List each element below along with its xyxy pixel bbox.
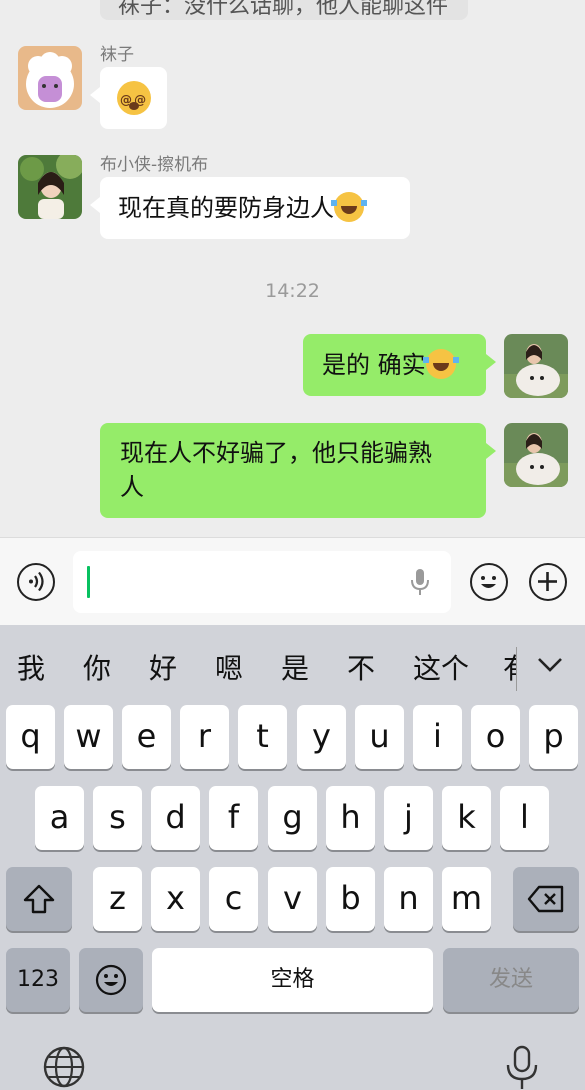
key-d[interactable]: d <box>151 786 200 850</box>
time-divider: 14:22 <box>265 280 320 302</box>
message-bubble-left[interactable] <box>90 67 167 129</box>
rolling-laugh-emoji <box>331 192 367 222</box>
key-h[interactable]: h <box>326 786 375 850</box>
message-bubble-left[interactable]: 现在真的要防身边人 <box>90 177 410 239</box>
dizzy-face-emoji <box>117 81 151 117</box>
partial-message-bubble: 袜子：没什么话聊，他人能聊这件 <box>100 0 468 20</box>
candidate-word[interactable]: 好 <box>149 647 177 687</box>
key-u[interactable]: u <box>355 705 404 769</box>
candidate-word[interactable]: 这个 <box>413 647 469 687</box>
plus-icon[interactable] <box>529 563 567 601</box>
space-key[interactable]: 空格 <box>152 948 433 1012</box>
text-cursor <box>87 566 90 598</box>
key-e[interactable]: e <box>122 705 171 769</box>
key-m[interactable]: m <box>442 867 491 931</box>
key-z[interactable]: z <box>93 867 142 931</box>
message-bubble-right[interactable]: 现在人不好骗了，他只能骗熟 人 <box>100 423 496 518</box>
message-text-line: 现在人不好骗了，他只能骗熟 <box>120 439 432 467</box>
candidate-word[interactable]: 是 <box>281 647 309 687</box>
key-q[interactable]: q <box>6 705 55 769</box>
key-n[interactable]: n <box>384 867 433 931</box>
candidate-word[interactable]: 有 <box>503 647 517 687</box>
key-t[interactable]: t <box>238 705 287 769</box>
chat-area[interactable]: 袜子：没什么话聊，他人能聊这件 袜子 布小侠-擦机布 现在真的要防身边人 <box>0 0 585 537</box>
voice-toggle-icon[interactable] <box>17 563 55 601</box>
avatar-wazi[interactable] <box>18 46 82 110</box>
key-k[interactable]: k <box>442 786 491 850</box>
candidate-word[interactable]: 我 <box>17 647 45 687</box>
chevron-down-icon[interactable] <box>537 657 563 673</box>
avatar-buxiaoxia[interactable] <box>18 155 82 219</box>
message-input[interactable] <box>73 551 451 613</box>
key-v[interactable]: v <box>268 867 317 931</box>
key-j[interactable]: j <box>384 786 433 850</box>
candidate-divider <box>516 647 517 691</box>
key-r[interactable]: r <box>180 705 229 769</box>
microphone-icon[interactable] <box>410 567 430 597</box>
key-g[interactable]: g <box>268 786 317 850</box>
key-w[interactable]: w <box>64 705 113 769</box>
backspace-icon <box>527 885 564 913</box>
message-text: 是的 确实 <box>322 351 426 379</box>
emoji-icon <box>95 964 127 996</box>
sender-name: 袜子 <box>100 45 134 65</box>
key-y[interactable]: y <box>297 705 346 769</box>
dictation-microphone-icon[interactable] <box>505 1045 539 1090</box>
send-key[interactable]: 发送 <box>443 948 579 1012</box>
avatar-self[interactable] <box>504 423 568 487</box>
emoji-icon[interactable] <box>470 563 508 601</box>
emoji-keyboard-key[interactable] <box>79 948 143 1012</box>
avatar-self[interactable] <box>504 334 568 398</box>
sender-name: 布小侠-擦机布 <box>100 155 209 175</box>
message-bubble-right[interactable]: 是的 确实 <box>303 334 496 396</box>
key-c[interactable]: c <box>209 867 258 931</box>
key-f[interactable]: f <box>209 786 258 850</box>
key-x[interactable]: x <box>151 867 200 931</box>
globe-icon[interactable] <box>42 1045 86 1089</box>
key-i[interactable]: i <box>413 705 462 769</box>
numbers-key[interactable]: 123 <box>6 948 70 1012</box>
candidate-word[interactable]: 不 <box>347 647 375 687</box>
keyboard: 我 你 好 嗯 是 不 这个 有 q w e r t y u i o p a s… <box>0 625 585 1090</box>
message-text-line: 人 <box>120 473 144 501</box>
shift-arrow-icon <box>23 884 55 914</box>
key-b[interactable]: b <box>326 867 375 931</box>
key-a[interactable]: a <box>35 786 84 850</box>
shift-key[interactable] <box>6 867 72 931</box>
input-bar <box>0 537 585 625</box>
key-p[interactable]: p <box>529 705 578 769</box>
candidate-word[interactable]: 你 <box>83 647 111 687</box>
candidate-word[interactable]: 嗯 <box>215 647 243 687</box>
message-text: 现在真的要防身边人 <box>118 194 334 222</box>
key-s[interactable]: s <box>93 786 142 850</box>
key-l[interactable]: l <box>500 786 549 850</box>
rolling-laugh-emoji <box>422 349 459 379</box>
backspace-key[interactable] <box>513 867 579 931</box>
key-o[interactable]: o <box>471 705 520 769</box>
